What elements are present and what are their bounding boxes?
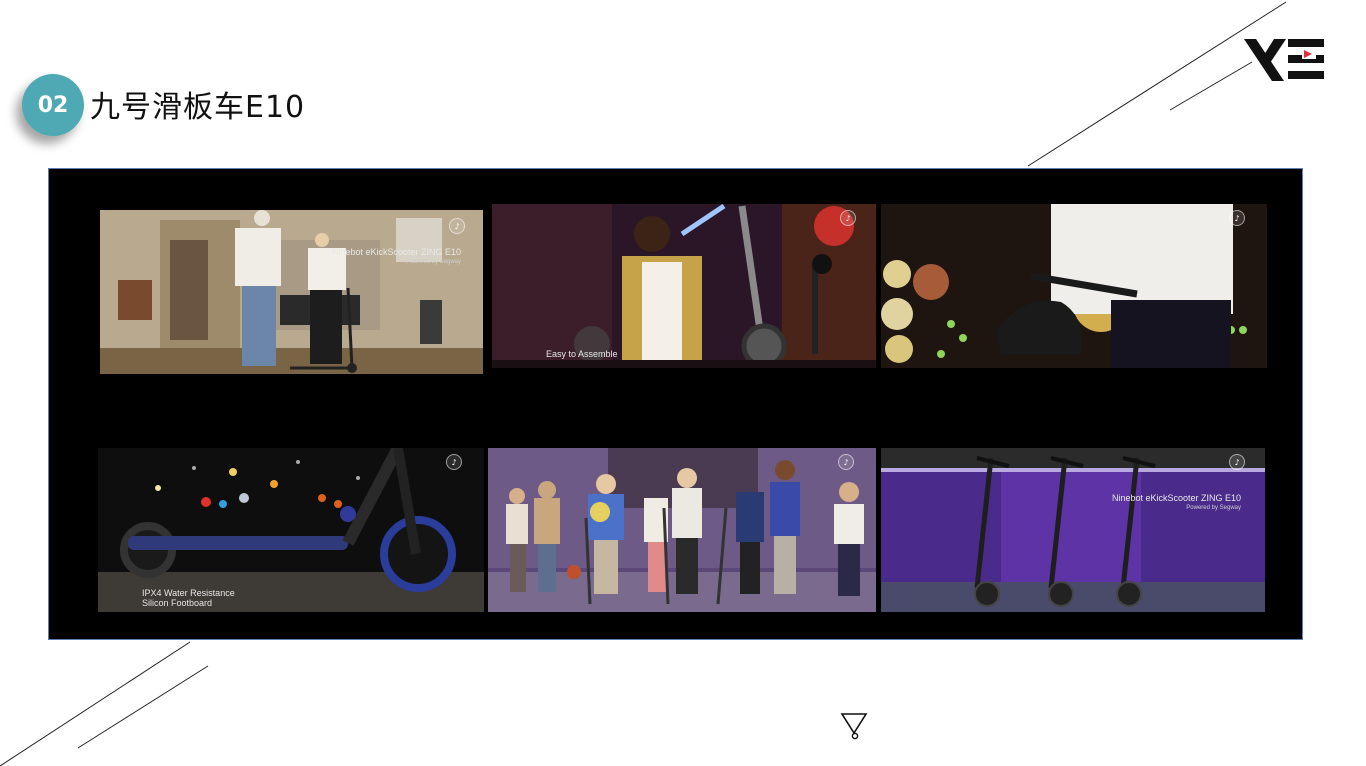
section-number: 02 bbox=[37, 92, 69, 118]
thumbnail-caption: Ninebot eKickScooter ZING E10 bbox=[1111, 493, 1241, 503]
thumbnail-water-resistance[interactable]: IPX4 Water Resistance Silicon Footboard … bbox=[98, 448, 484, 612]
thumbnail-living-room[interactable]: Ninebot eKickScooter ZING E10 Powered by… bbox=[100, 210, 483, 374]
thumbnail-caption: Ninebot eKickScooter ZING E10 bbox=[331, 247, 461, 257]
segway-watermark-icon: ♪ bbox=[838, 454, 854, 470]
ve-logo-icon bbox=[1244, 39, 1324, 81]
segway-watermark-icon: ♪ bbox=[1229, 454, 1245, 470]
segway-watermark-icon: ♪ bbox=[446, 454, 462, 470]
section-number-badge: 02 bbox=[22, 74, 84, 136]
thumbnail-caption: IPX4 Water Resistance bbox=[142, 588, 235, 598]
thumbnail-subcaption: Powered by Segway bbox=[406, 259, 461, 265]
kids-scene bbox=[488, 448, 876, 612]
video-collage-frame: Ninebot eKickScooter ZING E10 Powered by… bbox=[48, 168, 1303, 640]
thumbnail-easy-assemble[interactable]: Easy to Assemble ♪ bbox=[492, 204, 876, 368]
assemble-scene bbox=[492, 204, 876, 368]
thumbnail-kids[interactable]: ♪ bbox=[488, 448, 876, 612]
living-room-scene bbox=[100, 210, 483, 374]
page-title: 九号滑板车E10 bbox=[90, 90, 306, 125]
thumbnail-helmet[interactable]: ♪ bbox=[881, 204, 1267, 368]
thumbnail-caption: Easy to Assemble bbox=[546, 349, 618, 359]
segway-watermark-icon: ♪ bbox=[1229, 210, 1245, 226]
thumbnail-subcaption: Silicon Footboard bbox=[142, 598, 213, 608]
thumbnail-subcaption: Powered by Segway bbox=[1186, 505, 1241, 511]
helmet-scene bbox=[881, 204, 1267, 368]
three-scooters-scene bbox=[881, 448, 1265, 612]
segway-watermark-icon: ♪ bbox=[449, 218, 465, 234]
funnel-icon bbox=[840, 713, 868, 740]
thumbnail-three-scooters[interactable]: Ninebot eKickScooter ZING E10 Powered by… bbox=[881, 448, 1265, 612]
segway-watermark-icon: ♪ bbox=[840, 210, 856, 226]
